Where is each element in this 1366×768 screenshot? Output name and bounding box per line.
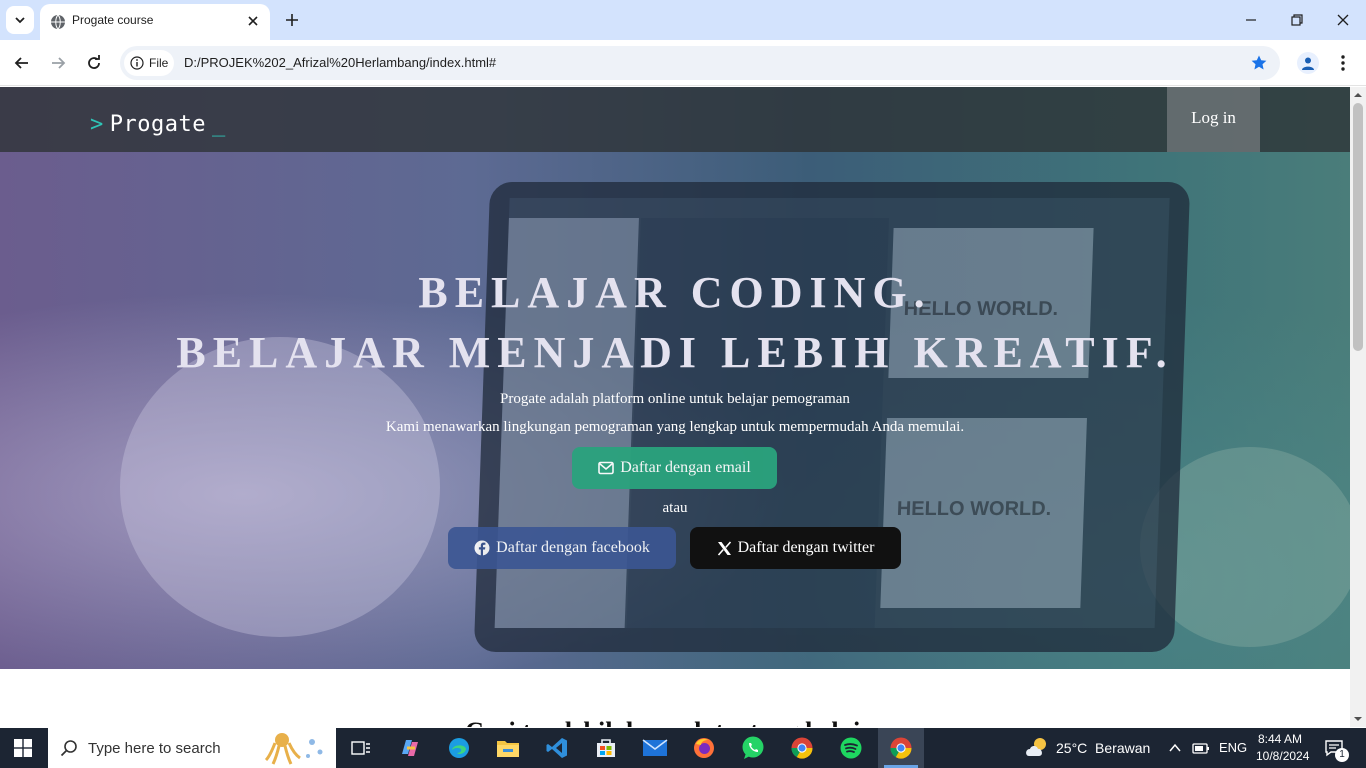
back-arrow-icon[interactable] <box>12 53 32 73</box>
task-view-icon[interactable] <box>347 734 375 762</box>
chrome-active-icon[interactable] <box>887 734 915 762</box>
hero-lead-2: Kami menawarkan lingkungan pemograman ya… <box>385 419 965 435</box>
logo-text: Progate <box>109 112 206 137</box>
url-text[interactable]: D:/PROJEK%202_Afrizal%20Herlambang/index… <box>184 55 496 70</box>
signup-email-label: Daftar dengan email <box>620 459 751 476</box>
scroll-down-arrow-icon[interactable] <box>1354 715 1362 723</box>
vscode-icon[interactable] <box>543 734 571 762</box>
browser-tab[interactable]: Progate course <box>40 4 270 40</box>
site-header: > Progate _ Log in <box>0 87 1350 152</box>
restore-icon[interactable] <box>1288 11 1306 29</box>
weather-text[interactable]: 25°C Berawan <box>1056 740 1150 756</box>
globe-icon <box>51 14 65 30</box>
info-icon <box>130 56 144 70</box>
minimize-icon[interactable] <box>1242 11 1260 29</box>
weather-cloud-icon[interactable] <box>1024 736 1050 758</box>
page-viewport: HELLO WORLD. HELLO WORLD. > Progate _ Log … <box>0 87 1350 727</box>
address-bar[interactable]: File D:/PROJEK%202_Afrizal%20Herlambang/… <box>120 46 1280 80</box>
hero-headline-1: BELAJAR CODING. <box>418 268 932 317</box>
signup-facebook-button[interactable]: Daftar dengan facebook <box>448 527 676 569</box>
reload-icon[interactable] <box>84 53 104 73</box>
chevron-down-icon <box>15 17 25 24</box>
site-logo[interactable]: > Progate _ <box>90 112 226 137</box>
x-logo-icon <box>717 540 731 556</box>
scroll-up-arrow-icon[interactable] <box>1354 91 1362 99</box>
file-explorer-icon[interactable] <box>494 734 522 762</box>
hero-headline-2: BELAJAR MENJADI LEBIH KREATIF. <box>176 328 1174 377</box>
hero-section: HELLO WORLD. HELLO WORLD. > Progate _ Log … <box>0 87 1350 669</box>
login-button[interactable]: Log in <box>1167 87 1260 152</box>
edge-browser-icon[interactable] <box>445 734 473 762</box>
search-icon <box>60 740 77 757</box>
chrome-icon[interactable] <box>788 734 816 762</box>
envelope-icon <box>598 461 614 475</box>
new-tab-icon[interactable] <box>283 11 301 29</box>
windows-taskbar: Type here to search 25°C Berawan ENG 8:4… <box>0 728 1366 768</box>
spotify-icon[interactable] <box>837 734 865 762</box>
taskbar-search-box[interactable]: Type here to search <box>48 728 336 768</box>
browser-tab-strip: Progate course <box>0 0 1366 40</box>
teapot-background-image <box>120 337 440 637</box>
whatsapp-icon[interactable] <box>739 734 767 762</box>
windows-start-icon[interactable] <box>14 739 32 757</box>
notification-badge: 1 <box>1335 748 1349 762</box>
clock-date[interactable]: 10/8/2024 <box>1256 749 1309 763</box>
tab-title: Progate course <box>72 13 154 27</box>
mail-icon[interactable] <box>641 734 669 762</box>
battery-network-icon[interactable] <box>1192 740 1210 756</box>
tray-chevron-up-icon[interactable] <box>1168 742 1182 754</box>
signup-twitter-label: Daftar dengan twitter <box>737 539 875 556</box>
site-info-label: File <box>149 56 169 70</box>
laptop-background-image: HELLO WORLD. HELLO WORLD. <box>473 182 1191 652</box>
bookmark-star-icon[interactable] <box>1250 54 1268 72</box>
copilot-icon[interactable] <box>396 734 424 762</box>
page-scrollbar[interactable] <box>1350 87 1366 727</box>
logo-cursor-icon: _ <box>211 112 226 137</box>
signup-facebook-label: Daftar dengan facebook <box>496 539 650 556</box>
close-window-icon[interactable] <box>1334 11 1352 29</box>
scroll-thumb[interactable] <box>1353 103 1363 351</box>
clock-time[interactable]: 8:44 AM <box>1258 732 1302 746</box>
site-info-chip[interactable]: File <box>124 50 174 76</box>
facebook-icon <box>474 540 490 556</box>
close-tab-icon[interactable] <box>246 14 260 28</box>
person-icon <box>1302 57 1314 70</box>
firefox-icon[interactable] <box>690 734 718 762</box>
search-highlight-octopus-icon <box>264 733 323 765</box>
browser-toolbar: File D:/PROJEK%202_Afrizal%20Herlambang/… <box>0 40 1366 86</box>
search-placeholder: Type here to search <box>88 740 221 757</box>
profile-avatar[interactable] <box>1297 52 1319 74</box>
signup-email-button[interactable]: Daftar dengan email <box>572 447 777 489</box>
section-title: Cari tau lebih banyak tentang belajar <box>0 717 1350 727</box>
more-menu-icon[interactable] <box>1336 53 1350 73</box>
or-separator: atau <box>662 500 688 516</box>
language-indicator[interactable]: ENG <box>1219 740 1247 755</box>
tab-search-button[interactable] <box>6 6 34 34</box>
microsoft-store-icon[interactable] <box>592 734 620 762</box>
logo-arrow-icon: > <box>90 112 104 137</box>
forward-arrow-icon[interactable] <box>48 53 68 73</box>
signup-twitter-button[interactable]: Daftar dengan twitter <box>690 527 901 569</box>
hero-lead-1: Progate adalah platform online untuk bel… <box>500 391 850 407</box>
